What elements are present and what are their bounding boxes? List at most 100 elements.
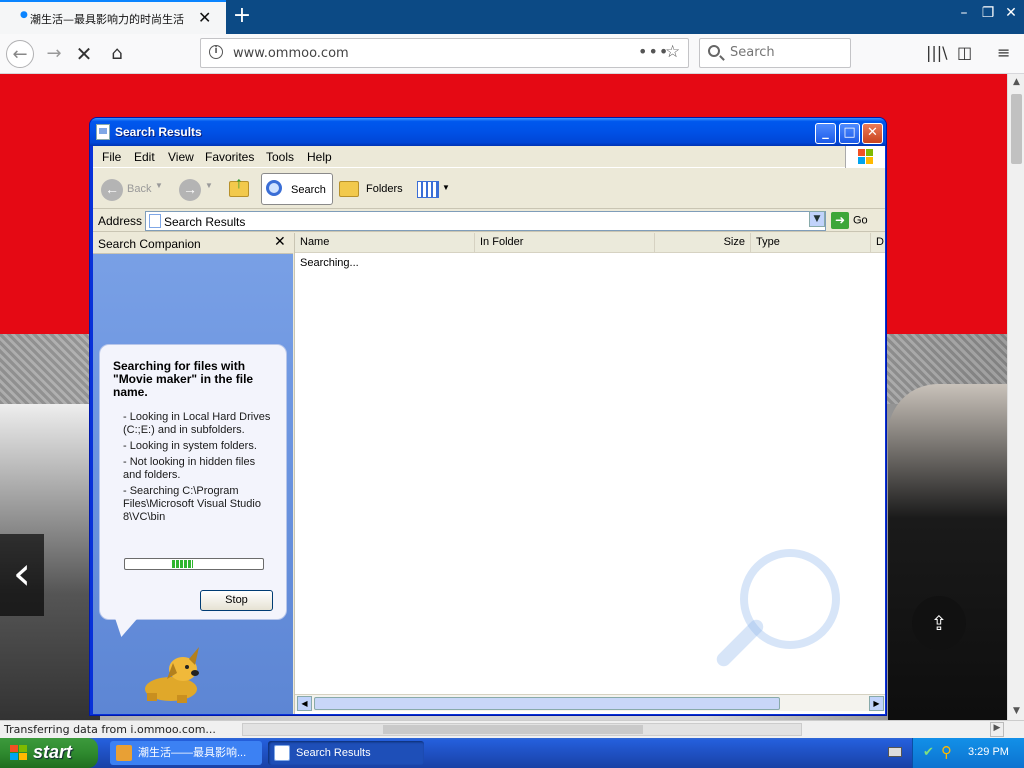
share-icon[interactable]: ⇪ (912, 596, 966, 650)
address-label: Address (98, 214, 143, 228)
loading-dot-icon: ● (20, 10, 28, 20)
scroll-left-icon[interactable]: ◀ (297, 696, 312, 711)
browser-status-bar: Transferring data from i.ommoo.com... ▶ (0, 720, 1024, 738)
search-results-window: Search Results _ □ ✕ File Edit View Favo… (89, 117, 887, 716)
library-icon[interactable]: |||\ (926, 43, 948, 62)
status-text: Transferring data from i.ommoo.com... (4, 723, 216, 736)
column-date[interactable]: D (871, 233, 885, 253)
go-arrow-icon: ➜ (831, 212, 849, 229)
companion-close-icon[interactable]: ✕ (274, 234, 286, 250)
new-tab-button[interactable]: + (230, 3, 254, 28)
go-button[interactable]: ➜ Go (831, 212, 868, 229)
url-bar[interactable]: i www.ommoo.com ••• ☆ (200, 38, 689, 68)
scroll-down-icon[interactable]: ▼ (1008, 703, 1024, 720)
companion-header: Search Companion ✕ (93, 233, 293, 254)
sidebar-icon[interactable]: ◫ (957, 43, 972, 62)
address-bar: Address Search Results ▼ ➜ Go (93, 210, 885, 232)
menu-tools[interactable]: Tools (266, 150, 294, 164)
browser-task-icon (116, 745, 132, 761)
home-icon[interactable]: ⌂ (103, 40, 131, 68)
status-line: - Looking in Local Hard Drives (C:;E:) a… (123, 411, 271, 436)
forward-icon: → (179, 179, 201, 201)
forward-button[interactable]: → ▼ (177, 173, 217, 205)
close-window-icon[interactable]: ✕ (1001, 4, 1021, 22)
page-scrollbar[interactable]: ▲ ▼ (1007, 74, 1024, 720)
keyboard-icon[interactable] (888, 747, 902, 757)
window-title-bar[interactable]: Search Results _ □ ✕ (90, 118, 886, 146)
search-button[interactable]: Search (261, 173, 333, 205)
status-line: - Looking in system folders. (123, 440, 257, 452)
search-heading: Searching for files with "Movie maker" i… (113, 359, 254, 399)
scroll-thumb[interactable] (1011, 94, 1022, 164)
hscroll-right-icon[interactable]: ▶ (990, 722, 1004, 737)
taskbar-item-search-results[interactable]: Search Results (268, 741, 424, 765)
menu-bar: File Edit View Favorites Tools Help (93, 146, 885, 168)
results-scroll-thumb[interactable] (314, 697, 780, 710)
column-type[interactable]: Type (751, 233, 871, 253)
windows-flag-icon (858, 149, 874, 164)
search-task-icon (274, 745, 290, 761)
taskbar: start 潮生活——最具影响... Search Results ✔ ⚲ 3:… (0, 738, 1024, 768)
menu-favorites[interactable]: Favorites (205, 150, 254, 164)
windows-logo (845, 146, 885, 168)
search-progress-bar (124, 558, 264, 570)
progress-fill (172, 560, 193, 568)
search-results-small-icon (149, 214, 161, 228)
forward-arrow-icon[interactable]: → (40, 40, 68, 68)
menu-file[interactable]: File (102, 150, 121, 164)
column-header: Name In Folder Size Type D (295, 233, 885, 253)
back-arrow-icon[interactable]: ← (6, 40, 34, 68)
search-status-bubble: Searching for files with "Movie maker" i… (99, 344, 287, 620)
start-button[interactable]: start (0, 738, 98, 768)
window-body: File Edit View Favorites Tools Help ← Ba… (93, 146, 885, 714)
tab-title: 潮生活—最具影响力的时尚生活 (30, 13, 184, 26)
column-in-folder[interactable]: In Folder (475, 233, 655, 253)
magnifier-icon (266, 180, 282, 196)
up-folder-button[interactable]: ↑ (227, 173, 253, 205)
results-horizontal-scrollbar[interactable]: ◀ ▶ (295, 694, 885, 711)
menu-view[interactable]: View (168, 150, 194, 164)
stop-search-button[interactable]: Stop (200, 590, 273, 611)
menu-help[interactable]: Help (307, 150, 332, 164)
bookmark-star-icon[interactable]: ☆ (665, 42, 680, 62)
folders-icon (339, 181, 359, 197)
windows-start-flag-icon (10, 745, 28, 761)
page-horizontal-scrollbar[interactable] (242, 723, 802, 736)
folders-button[interactable]: Folders (339, 173, 409, 205)
menu-edit[interactable]: Edit (134, 150, 155, 164)
browser-tab[interactable]: ● 潮生活—最具影响力的时尚生活 ✕ (0, 0, 226, 34)
back-button[interactable]: ← Back ▼ (99, 173, 163, 205)
address-dropdown-icon[interactable]: ▼ (809, 211, 825, 227)
minimize-icon[interactable]: – (954, 4, 974, 22)
menu-icon[interactable]: ≡ (997, 43, 1010, 62)
column-size[interactable]: Size (655, 233, 751, 253)
url-text[interactable]: www.ommoo.com (233, 46, 349, 61)
scroll-up-icon[interactable]: ▲ (1008, 74, 1024, 91)
browser-search-box[interactable] (699, 38, 851, 68)
search-window-icon (96, 124, 110, 140)
column-name[interactable]: Name (295, 233, 475, 253)
carousel-prev-button[interactable]: ‹ (0, 534, 44, 616)
restore-icon[interactable]: ❐ (978, 4, 998, 22)
search-tray-icon[interactable]: ⚲ (941, 743, 952, 761)
xp-minimize-icon[interactable]: _ (815, 123, 836, 144)
xp-close-icon[interactable]: ✕ (862, 123, 883, 144)
xp-maximize-icon[interactable]: □ (839, 123, 860, 144)
stop-loading-icon[interactable]: ✕ (70, 40, 98, 68)
system-tray: ✔ ⚲ 3:29 PM (912, 738, 1024, 768)
scroll-right-icon[interactable]: ▶ (869, 696, 884, 711)
search-companion-pane: Search Companion ✕ Searching for files w… (93, 233, 293, 714)
browser-search-input[interactable] (730, 45, 840, 60)
address-input[interactable]: Search Results (145, 211, 826, 231)
site-info-icon[interactable]: i (209, 45, 223, 59)
window-title: Search Results (115, 125, 202, 139)
search-dog-icon[interactable] (137, 643, 203, 705)
page-hscroll-thumb[interactable] (383, 725, 643, 734)
clock: 3:29 PM (968, 746, 1009, 758)
tab-close-icon[interactable]: ✕ (198, 8, 211, 27)
magnifier-handle (713, 616, 767, 670)
views-button[interactable]: ▼ (415, 173, 451, 205)
network-icon[interactable]: ✔ (923, 745, 934, 760)
taskbar-item-browser[interactable]: 潮生活——最具影响... (110, 741, 262, 765)
model-figure (888, 384, 1007, 720)
